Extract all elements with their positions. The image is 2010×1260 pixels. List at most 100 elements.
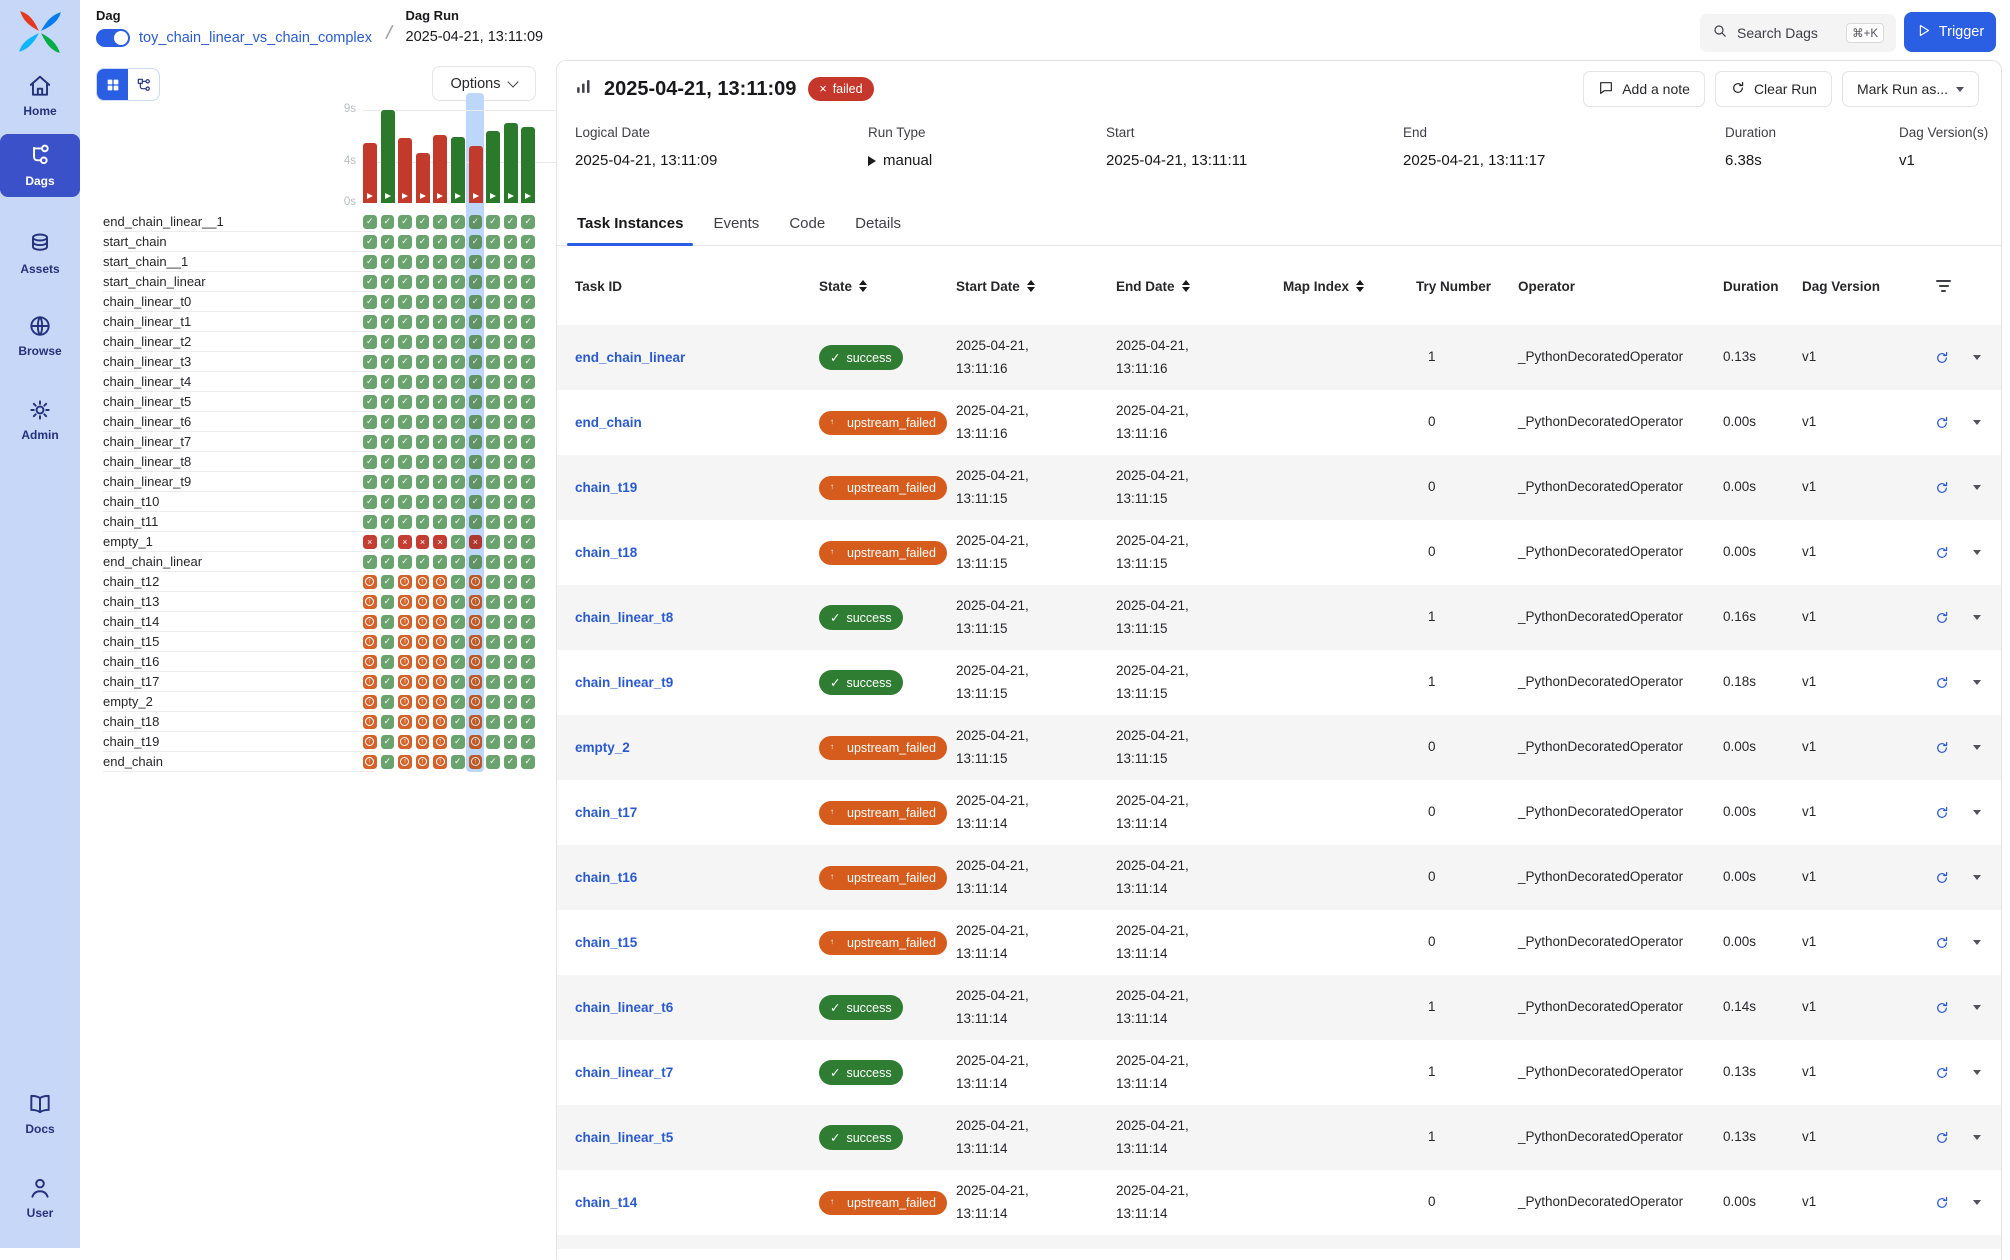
task-status-success-square[interactable]: ✓ [381,635,395,649]
task-status-success-square[interactable]: ✓ [521,535,535,549]
task-status-success-square[interactable]: ✓ [469,455,483,469]
task-status-upstream-failed-square[interactable]: ↑ [433,715,447,729]
task-status-success-square[interactable]: ✓ [486,335,500,349]
task-status-success-square[interactable]: ✓ [416,515,430,529]
task-status-upstream-failed-square[interactable]: ↑ [363,655,377,669]
tab-details[interactable]: Details [849,201,907,245]
task-status-success-square[interactable]: ✓ [363,335,377,349]
task-status-upstream-failed-square[interactable]: ↑ [469,575,483,589]
task-status-upstream-failed-square[interactable]: ↑ [398,715,412,729]
task-status-upstream-failed-square[interactable]: ↑ [433,655,447,669]
caret-down-icon[interactable] [1973,485,1981,490]
task-status-success-square[interactable]: ✓ [398,355,412,369]
task-status-success-square[interactable]: ✓ [504,435,518,449]
task-status-success-square[interactable]: ✓ [363,435,377,449]
task-status-upstream-failed-square[interactable]: ↑ [469,675,483,689]
task-status-success-square[interactable]: ✓ [504,515,518,529]
clear-task-icon[interactable] [1934,415,1949,430]
task-status-success-square[interactable]: ✓ [521,635,535,649]
grid-task-name[interactable]: chain_linear_t2 [103,332,375,352]
task-status-success-square[interactable]: ✓ [433,415,447,429]
task-status-success-square[interactable]: ✓ [381,335,395,349]
task-status-success-square[interactable]: ✓ [486,515,500,529]
task-status-success-square[interactable]: ✓ [381,535,395,549]
run-duration-bar[interactable] [486,131,500,203]
task-status-success-square[interactable]: ✓ [398,275,412,289]
caret-down-icon[interactable] [1973,875,1981,880]
task-status-success-square[interactable]: ✓ [381,395,395,409]
task-status-success-square[interactable]: ✓ [504,335,518,349]
task-status-success-square[interactable]: ✓ [363,295,377,309]
task-status-success-square[interactable]: ✓ [504,675,518,689]
task-id-link[interactable]: end_chain [575,415,642,430]
task-status-success-square[interactable]: ✓ [363,515,377,529]
run-duration-bar[interactable] [381,110,395,203]
clear-task-icon[interactable] [1934,675,1949,690]
task-status-failed-square[interactable]: × [469,535,483,549]
task-status-upstream-failed-square[interactable]: ↑ [363,735,377,749]
task-status-success-square[interactable]: ✓ [486,275,500,289]
task-status-upstream-failed-square[interactable]: ↑ [416,715,430,729]
task-status-success-square[interactable]: ✓ [416,395,430,409]
task-status-success-square[interactable]: ✓ [433,275,447,289]
clear-task-icon[interactable] [1934,1195,1949,1210]
task-status-upstream-failed-square[interactable]: ↑ [433,695,447,709]
task-status-success-square[interactable]: ✓ [381,355,395,369]
task-status-success-square[interactable]: ✓ [504,295,518,309]
task-status-upstream-failed-square[interactable]: ↑ [363,635,377,649]
task-status-success-square[interactable]: ✓ [398,295,412,309]
task-status-success-square[interactable]: ✓ [416,335,430,349]
task-status-success-square[interactable]: ✓ [469,375,483,389]
task-status-success-square[interactable]: ✓ [363,315,377,329]
task-status-success-square[interactable]: ✓ [486,295,500,309]
task-status-success-square[interactable]: ✓ [381,475,395,489]
task-status-upstream-failed-square[interactable]: ↑ [469,755,483,769]
grid-task-name[interactable]: start_chain [103,232,375,252]
grid-task-name[interactable]: chain_linear_t6 [103,412,375,432]
task-status-success-square[interactable]: ✓ [521,435,535,449]
task-status-success-square[interactable]: ✓ [486,695,500,709]
task-status-success-square[interactable]: ✓ [451,715,465,729]
run-duration-bar[interactable] [416,153,430,203]
task-status-success-square[interactable]: ✓ [363,275,377,289]
task-status-success-square[interactable]: ✓ [451,595,465,609]
task-status-success-square[interactable]: ✓ [486,475,500,489]
caret-down-icon[interactable] [1973,940,1981,945]
task-status-success-square[interactable]: ✓ [433,215,447,229]
task-status-success-square[interactable]: ✓ [486,755,500,769]
task-status-success-square[interactable]: ✓ [504,255,518,269]
task-status-success-square[interactable]: ✓ [416,295,430,309]
grid-task-name[interactable]: empty_1 [103,532,375,552]
task-status-success-square[interactable]: ✓ [451,495,465,509]
task-status-success-square[interactable]: ✓ [469,295,483,309]
task-status-success-square[interactable]: ✓ [521,675,535,689]
task-id-link[interactable]: chain_linear_t9 [575,675,673,690]
task-status-success-square[interactable]: ✓ [433,555,447,569]
task-status-success-square[interactable]: ✓ [416,415,430,429]
sidebar-item-dags[interactable]: Dags [0,134,80,197]
task-status-success-square[interactable]: ✓ [521,335,535,349]
sort-icon[interactable] [1182,280,1190,292]
task-status-success-square[interactable]: ✓ [521,395,535,409]
grid-task-name[interactable]: chain_t17 [103,672,375,692]
task-status-success-square[interactable]: ✓ [504,275,518,289]
task-status-success-square[interactable]: ✓ [469,215,483,229]
task-status-success-square[interactable]: ✓ [433,335,447,349]
task-status-success-square[interactable]: ✓ [469,395,483,409]
task-status-success-square[interactable]: ✓ [381,275,395,289]
task-status-upstream-failed-square[interactable]: ↑ [433,635,447,649]
grid-task-name[interactable]: chain_t15 [103,632,375,652]
run-duration-bar[interactable] [363,143,377,203]
task-status-success-square[interactable]: ✓ [521,355,535,369]
task-status-success-square[interactable]: ✓ [381,755,395,769]
task-status-success-square[interactable]: ✓ [504,495,518,509]
task-status-upstream-failed-square[interactable]: ↑ [469,615,483,629]
task-status-success-square[interactable]: ✓ [486,215,500,229]
task-status-success-square[interactable]: ✓ [398,455,412,469]
task-status-success-square[interactable]: ✓ [398,235,412,249]
task-status-success-square[interactable]: ✓ [486,255,500,269]
action-button-mark-run-as[interactable]: Mark Run as... [1842,71,1979,107]
task-status-success-square[interactable]: ✓ [504,655,518,669]
task-status-upstream-failed-square[interactable]: ↑ [433,735,447,749]
task-status-success-square[interactable]: ✓ [521,455,535,469]
